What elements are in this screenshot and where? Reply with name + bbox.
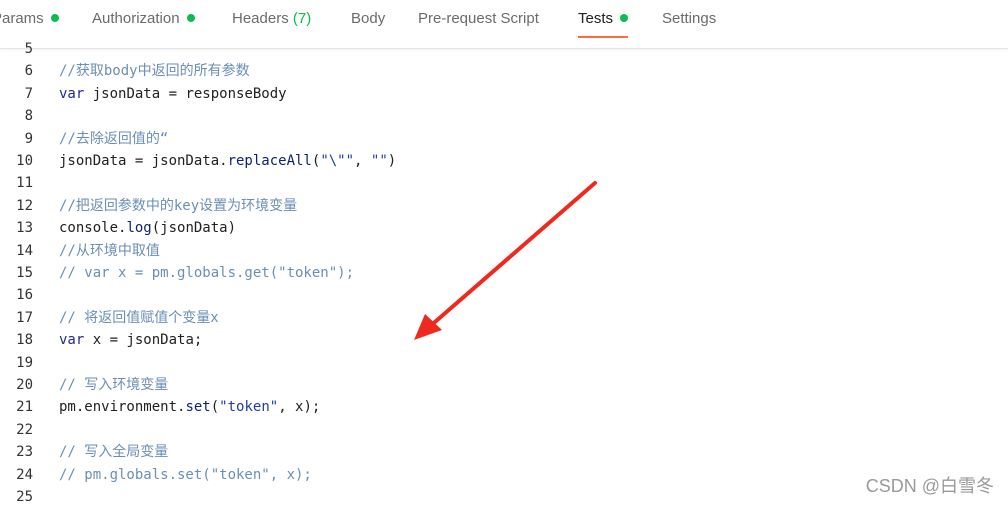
code-text: // var x = pm.globals.get("token");: [59, 265, 355, 281]
line-number: 20: [16, 377, 33, 393]
line-number: 12: [16, 197, 33, 214]
code-line[interactable]: 14 //从环境中取值: [0, 240, 1008, 262]
status-dot-icon: [620, 14, 629, 22]
code-line[interactable]: 25: [0, 486, 1008, 508]
code-line[interactable]: 17 // 将返回值赋值个变量x: [0, 307, 1008, 329]
code-line[interactable]: 7 var jsonData = responseBody: [0, 83, 1008, 105]
code-line[interactable]: 15 // var x = pm.globals.get("token");: [0, 262, 1008, 284]
code-text: var jsonData = responseBody: [59, 85, 287, 102]
line-number: 17: [16, 309, 33, 326]
line-number: 25: [16, 489, 33, 505]
line-number: 15: [16, 265, 33, 281]
code-line[interactable]: 8: [0, 105, 1008, 127]
status-dot-icon: [186, 14, 195, 22]
code-line[interactable]: 22: [0, 419, 1008, 441]
line-number: 18: [16, 332, 33, 349]
line-number: 11: [16, 175, 33, 192]
code-line[interactable]: 5: [0, 38, 1008, 60]
code-text: var x = jsonData;: [59, 332, 203, 349]
line-number: 22: [16, 421, 33, 438]
line-number: 5: [24, 41, 33, 57]
line-number: 16: [16, 287, 33, 304]
line-number: 9: [24, 130, 33, 147]
code-line[interactable]: 9 //去除返回值的“: [0, 128, 1008, 150]
code-text: jsonData = jsonData.replaceAll("\"", ""): [59, 153, 397, 169]
code-text: //去除返回值的“: [59, 130, 169, 147]
code-line[interactable]: 13 console.log(jsonData): [0, 217, 1008, 239]
code-line[interactable]: 21 pm.environment.set("token", x);: [0, 396, 1008, 418]
line-number: 7: [24, 85, 33, 102]
code-text: //把返回参数中的key设置为环境变量: [59, 197, 298, 214]
line-number: 10: [16, 153, 33, 169]
code-line[interactable]: 18 var x = jsonData;: [0, 329, 1008, 351]
code-editor[interactable]: 5 6 //获取body中返回的所有参数 7 var jsonData = respon…: [0, 41, 1008, 505]
line-number: 24: [16, 466, 33, 483]
watermark: CSDN @白雪冬: [865, 476, 994, 496]
line-number: 19: [16, 354, 33, 371]
code-line[interactable]: 12 //把返回参数中的key设置为环境变量: [0, 195, 1008, 217]
code-text: // 写入全局变量: [59, 444, 169, 461]
code-text: console.log(jsonData): [59, 220, 237, 237]
code-line[interactable]: 6 //获取body中返回的所有参数: [0, 60, 1008, 82]
line-number: 6: [24, 63, 33, 80]
line-number: 13: [16, 220, 33, 237]
line-number: 8: [24, 108, 33, 125]
code-line[interactable]: 24 // pm.globals.set("token", x);: [0, 464, 1008, 486]
code-line[interactable]: 11: [0, 172, 1008, 194]
code-text: pm.environment.set("token", x);: [59, 399, 321, 416]
code-line[interactable]: 10 jsonData = jsonData.replaceAll("\"", "…: [0, 150, 1008, 172]
code-text: // 将返回值赋值个变量x: [59, 309, 219, 326]
code-line[interactable]: 16: [0, 284, 1008, 306]
code-text: //获取body中返回的所有参数: [59, 63, 250, 80]
line-number: 23: [16, 444, 33, 461]
code-text: // pm.globals.set("token", x);: [59, 466, 312, 483]
code-line[interactable]: 19: [0, 352, 1008, 374]
status-dot-icon: [50, 14, 59, 22]
line-number: 21: [16, 399, 33, 416]
code-line[interactable]: 23 // 写入全局变量: [0, 441, 1008, 463]
code-text: //从环境中取值: [59, 242, 160, 259]
code-line[interactable]: 20 // 写入环境变量: [0, 374, 1008, 396]
line-number: 14: [16, 242, 33, 259]
code-text: // 写入环境变量: [59, 377, 169, 393]
headers-count: (7): [292, 10, 312, 27]
